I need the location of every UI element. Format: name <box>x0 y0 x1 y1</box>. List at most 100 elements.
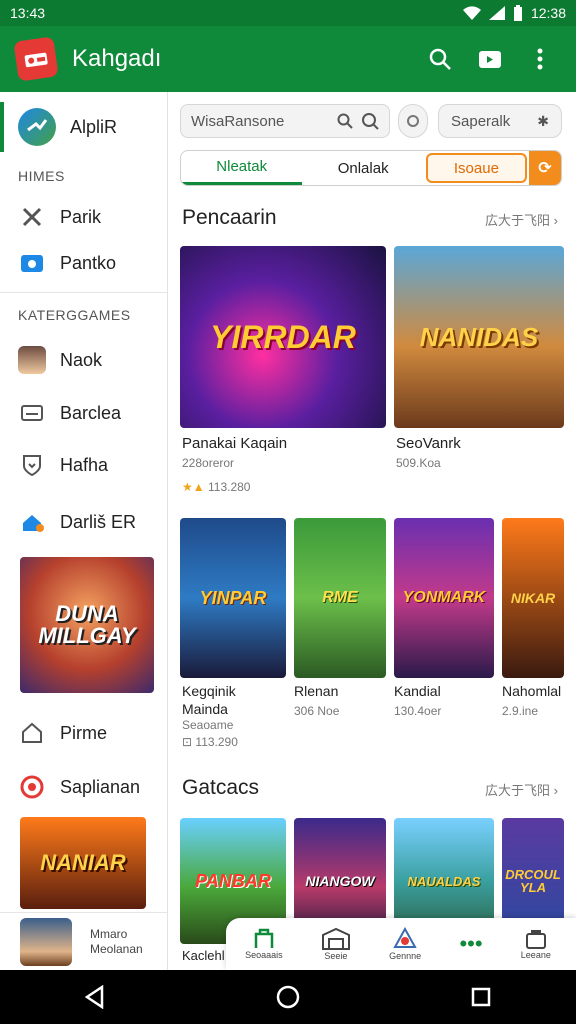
section-more-link[interactable]: 広大于飞阳 › <box>485 210 558 229</box>
drawer-item-pantko[interactable]: Pantko <box>0 240 167 286</box>
wifi-icon <box>462 6 481 20</box>
drawer-item-label: Naok <box>60 349 103 370</box>
game-card[interactable]: YINPAR <box>180 518 286 678</box>
drawer-item-naok[interactable]: Naok <box>0 333 167 387</box>
section-title: Pencaarin <box>182 206 277 229</box>
game-title: Kaclehl <box>182 948 225 963</box>
game-art: NIKAR <box>502 518 564 678</box>
drawer-profile-label: AlpliR <box>70 116 118 137</box>
game-art: NANIDAS <box>394 246 564 428</box>
globe-icon <box>18 108 56 146</box>
drawer-item-hafha[interactable]: Hafha <box>0 439 167 491</box>
bottom-nav-item[interactable]: Leeane <box>521 928 551 960</box>
game-art-title: NAUALDAS <box>407 873 481 889</box>
drawer-item-label: Parik <box>60 206 102 227</box>
game-card[interactable]: YONMARK <box>394 518 494 678</box>
tab-label: Isoaue <box>453 159 499 177</box>
drawer-item-label: Pirme <box>60 722 108 743</box>
tab-isoaue[interactable]: Isoaue <box>425 153 527 183</box>
game-art-title: YINPAR <box>199 588 267 608</box>
home-circle-icon[interactable] <box>275 984 301 1010</box>
tab-label: Onlalak <box>337 159 389 177</box>
bottom-nav-item[interactable]: Gennne <box>389 927 421 961</box>
bottom-nav: Seoaaais Seeie Gennne ••• Leeane <box>226 918 576 970</box>
game-art-title: NIKAR <box>510 590 556 606</box>
section-more-link[interactable]: 広大于飞阳 › <box>485 780 558 799</box>
battery-icon <box>513 5 522 21</box>
footer-avatar <box>20 917 72 966</box>
rating-value: 113.290 <box>195 735 238 749</box>
tab-onlalak[interactable]: Onlalak <box>302 151 423 185</box>
drawer-item-pirme[interactable]: Pirme <box>0 705 167 761</box>
badge-icon <box>18 773 46 801</box>
overflow-menu-button[interactable] <box>520 39 560 79</box>
bottom-nav-label: Leeane <box>520 950 551 960</box>
search-input[interactable]: WisaRansone <box>191 113 337 130</box>
settings-icon: ✱ <box>537 112 549 129</box>
shield-icon <box>18 451 46 479</box>
search-bar[interactable]: WisaRansone <box>180 104 390 138</box>
drawer-item-saplianan[interactable]: Saplianan <box>0 761 167 813</box>
promo-art-text: DUNA MILLGAY <box>38 601 136 648</box>
tab-nleatak[interactable]: Nleatak <box>181 151 303 185</box>
library-icon <box>525 930 546 949</box>
drawer-item-label: Barclea <box>60 402 122 423</box>
drawer-item-darlis[interactable]: Darliš ER <box>0 491 167 553</box>
bottom-nav-item[interactable]: Seoaaais <box>245 928 283 960</box>
drawer-section-header: KATERGGAMES <box>18 307 131 323</box>
app-logo-icon <box>13 36 59 82</box>
game-card[interactable]: NIKAR <box>502 518 564 678</box>
status-bar: 13:43 12:38 <box>0 0 576 26</box>
media-button[interactable] <box>470 39 510 79</box>
search-button[interactable] <box>420 39 460 79</box>
game-title: Kandial <box>394 683 441 699</box>
search-icon <box>429 48 451 70</box>
drawer-item-barclea[interactable]: Barclea <box>0 387 167 439</box>
tv-icon <box>18 249 46 277</box>
app-title: Kahgadı <box>72 45 162 72</box>
game-title: Rlenan <box>294 683 339 699</box>
game-art-title: PANBAR <box>195 871 271 891</box>
sort-label: Saperalk <box>451 112 511 130</box>
nav-drawer: AlpliR HIMES Parik Pantko KATERGGAMES Na… <box>0 92 168 970</box>
game-subtitle: 2.9.ine <box>502 704 539 718</box>
app-bar: Kahgadı <box>0 26 576 92</box>
game-art: YINPAR <box>180 518 286 678</box>
recents-icon[interactable] <box>470 986 492 1008</box>
search-icon <box>337 113 353 129</box>
drawer-footer[interactable]: Mmaro Meolanan <box>0 912 167 970</box>
game-rating: ★▲ 113.280 <box>182 480 250 494</box>
bottom-nav-item[interactable]: ••• <box>459 933 482 955</box>
game-card-featured-2[interactable]: NANIDAS <box>394 246 564 428</box>
cloud-home-icon <box>18 508 46 536</box>
promo-art: DUNA MILLGAY <box>20 557 154 693</box>
more-dots-icon: ••• <box>459 931 483 956</box>
status-time: 13:43 <box>10 5 46 21</box>
rating-icon: ⊡ <box>182 735 193 749</box>
game-card[interactable]: RME <box>294 518 386 678</box>
game-subtitle: 228oreror <box>182 456 235 470</box>
controller-icon <box>393 927 417 948</box>
drawer-promo-card-2[interactable]: NANIAR <box>20 817 146 909</box>
tab-close-icon[interactable]: ⟳ <box>528 151 561 185</box>
tab-label: Nleatak <box>216 158 268 175</box>
gamepad-icon <box>254 928 274 948</box>
voice-search-icon[interactable] <box>361 112 379 130</box>
game-art-title: YIRRDAR <box>210 319 356 355</box>
game-art-title: NANIDAS <box>419 322 539 352</box>
drawer-item-label: Darliš ER <box>60 511 137 532</box>
bottom-nav-item[interactable]: Seeie <box>321 927 351 961</box>
drawer-section-header: HIMES <box>18 168 65 184</box>
game-art-title: NIANGOW <box>305 873 375 889</box>
drawer-item-parik[interactable]: Parik <box>0 194 167 240</box>
game-title: Nahomlal <box>502 683 562 699</box>
sort-button[interactable]: Saperalk ✱ <box>438 104 562 138</box>
back-icon[interactable] <box>84 985 106 1009</box>
signal-icon <box>488 6 505 20</box>
game-card-featured-1[interactable]: YIRRDAR <box>180 246 386 428</box>
drawer-promo-card[interactable]: DUNA MILLGAY <box>20 557 154 693</box>
filter-toggle-button[interactable] <box>398 104 428 138</box>
rating-value: 113.280 <box>207 480 251 494</box>
promo2-art-text: NANIAR <box>40 850 126 875</box>
drawer-profile[interactable]: AlpliR <box>0 102 167 152</box>
